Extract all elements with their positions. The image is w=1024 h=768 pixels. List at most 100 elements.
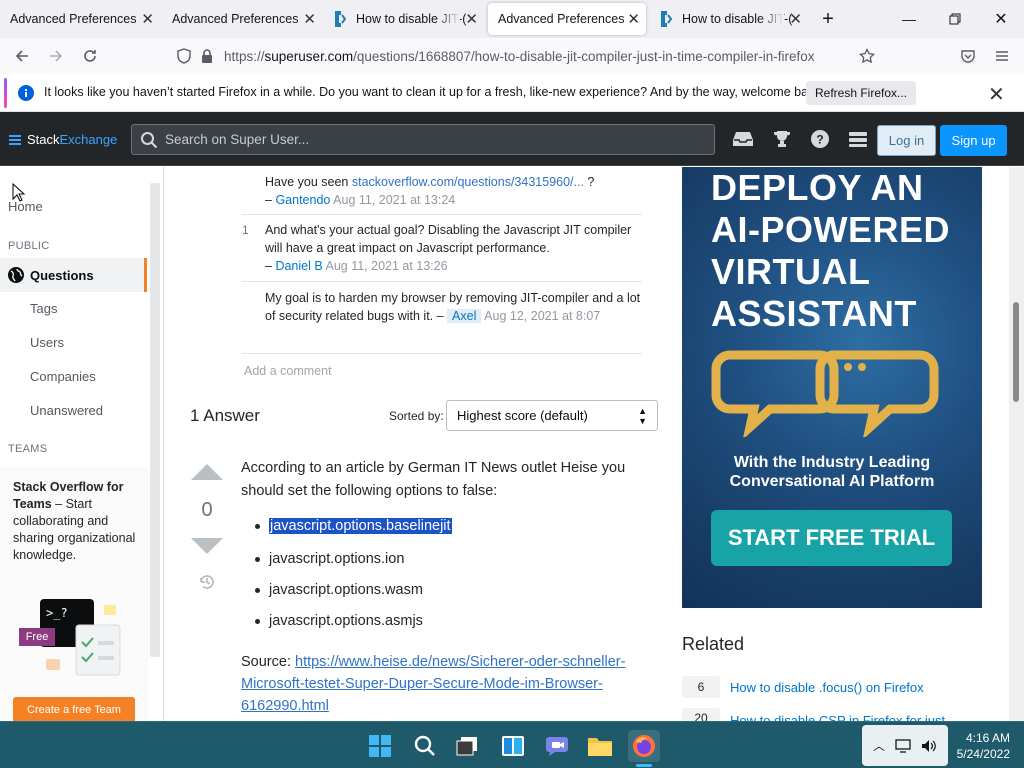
sort-select[interactable]: Highest score (default) ▲ ▼: [446, 400, 658, 431]
stackexchange-logo[interactable]: Stack Exchange: [8, 132, 117, 147]
related-score: 6: [682, 676, 720, 698]
answer-body-intro: According to an article by German IT New…: [241, 460, 626, 499]
related-heading: Related: [682, 634, 745, 654]
comment-link[interactable]: stackoverflow.com/questions/34315960/...: [352, 175, 584, 189]
scrollbar-thumb[interactable]: [1013, 302, 1019, 402]
bookmark-star-icon[interactable]: [853, 42, 881, 70]
globe-icon: [8, 267, 24, 283]
select-arrows-icon: ▲ ▼: [638, 406, 647, 426]
hamburger-icon[interactable]: [8, 134, 22, 146]
start-free-trial-button[interactable]: START FREE TRIAL: [711, 510, 952, 566]
history-icon[interactable]: [197, 572, 217, 592]
comment-user[interactable]: Daniel B: [275, 259, 322, 273]
left-sidebar: Home PUBLIC Questions Tags Users Compani…: [0, 167, 164, 721]
windows-start-icon[interactable]: [364, 730, 396, 762]
list-item: javascript.options.baselinejit: [255, 518, 452, 534]
inbox-icon[interactable]: [732, 128, 754, 150]
answer-source: Source: https://www.heise.de/news/Sicher…: [241, 654, 626, 714]
forward-icon[interactable]: [42, 42, 70, 70]
teams-promo-text: Stack Overflow for Teams – Start collabo…: [13, 479, 137, 564]
back-icon[interactable]: [8, 42, 36, 70]
refresh-firefox-button[interactable]: Refresh Firefox...: [806, 81, 916, 105]
clock-time: 4:16 AM: [965, 731, 1010, 745]
chat-bubbles-icon: [711, 350, 939, 437]
tab-how-to-disable-jit-1[interactable]: How to disable JIT-( ✕: [324, 0, 484, 38]
related-link[interactable]: How to disable .focus() on Firefox: [730, 680, 924, 695]
task-view-icon[interactable]: [451, 730, 483, 762]
sidebar-item-questions[interactable]: Questions: [0, 258, 147, 292]
restore-button[interactable]: [932, 0, 978, 38]
add-comment-link[interactable]: Add a comment: [244, 364, 332, 378]
refresh-notification-bar: It looks like you haven’t started Firefo…: [0, 74, 1024, 112]
create-free-team-button[interactable]: Create a free Team: [13, 697, 135, 721]
file-explorer-icon[interactable]: [584, 730, 616, 762]
close-tab-icon[interactable]: ✕: [789, 10, 802, 28]
comment-date[interactable]: Aug 11, 2021 at 13:26: [325, 259, 447, 273]
comment-date[interactable]: Aug 12, 2021 at 8:07: [484, 309, 600, 323]
list-item: javascript.options.ion: [255, 551, 404, 567]
sidebar-item-unanswered[interactable]: Unanswered: [30, 403, 103, 418]
free-badge: Free: [19, 628, 55, 646]
sidebar-item-tags[interactable]: Tags: [30, 301, 57, 316]
ad-subheadline: With the Industry Leading Conversational…: [729, 454, 935, 490]
log-in-button[interactable]: Log in: [877, 125, 936, 156]
close-tab-icon[interactable]: ✕: [465, 10, 478, 28]
reload-icon[interactable]: [76, 42, 104, 70]
comment-date[interactable]: Aug 11, 2021 at 13:24: [333, 193, 455, 207]
close-tab-icon[interactable]: ✕: [141, 10, 154, 28]
comment: Have you seen stackoverflow.com/question…: [265, 175, 595, 207]
comment: And what's your actual goal? Disabling t…: [265, 223, 632, 273]
comment-user[interactable]: Axel: [447, 309, 482, 323]
network-icon[interactable]: [895, 738, 911, 753]
selected-option-text[interactable]: javascript.options.baselinejit: [269, 518, 452, 534]
achievements-trophy-icon[interactable]: [771, 128, 793, 150]
volume-icon[interactable]: [921, 739, 937, 753]
teams-chat-icon[interactable]: [541, 730, 573, 762]
search-placeholder: Search on Super User...: [165, 132, 310, 147]
windows-taskbar: ︿ 4:16 AM 5/24/2022: [0, 721, 1024, 768]
source-link[interactable]: https://www.heise.de/news/Sicherer-oder-…: [241, 654, 625, 714]
pocket-icon[interactable]: [954, 42, 982, 70]
new-tab-button[interactable]: +: [805, 0, 851, 38]
sign-up-button[interactable]: Sign up: [940, 125, 1007, 156]
close-window-button[interactable]: ✕: [978, 0, 1024, 38]
clock[interactable]: 4:16 AM 5/24/2022: [940, 730, 1010, 762]
tab-advanced-preferences-2[interactable]: Advanced Preferences ✕: [162, 0, 322, 38]
page-scrollbar[interactable]: [1009, 167, 1024, 721]
url-scheme: https://: [224, 48, 265, 64]
related-link[interactable]: How to disable CSP in Firefox for just: [730, 713, 945, 721]
url-host: superuser.com: [264, 48, 354, 64]
sidebar-item-home[interactable]: Home: [8, 199, 43, 214]
upvote-icon[interactable]: [191, 464, 223, 480]
advertisement[interactable]: DEPLOY AN AI-POWERED VIRTUAL ASSISTANT W…: [682, 167, 982, 608]
lock-icon[interactable]: [200, 48, 214, 64]
help-icon[interactable]: ?: [809, 128, 831, 150]
tab-advanced-preferences-active[interactable]: Advanced Preferences ✕: [488, 3, 646, 35]
show-hidden-icons-chevron-icon[interactable]: ︿: [873, 737, 885, 754]
superuser-favicon-icon: [335, 11, 347, 27]
minimize-button[interactable]: —: [886, 0, 932, 38]
tracking-protection-icon[interactable]: [176, 48, 192, 64]
menu-icon[interactable]: [988, 42, 1016, 70]
close-icon[interactable]: ✕: [988, 82, 1005, 107]
sidebar-scrollbar[interactable]: [150, 183, 160, 657]
downvote-icon[interactable]: [191, 538, 223, 554]
tab-advanced-preferences-1[interactable]: Advanced Preferences ✕: [0, 0, 160, 38]
logo-text-exchange: Exchange: [59, 132, 118, 147]
section-public-label: PUBLIC: [8, 240, 50, 252]
close-tab-icon[interactable]: ✕: [627, 10, 640, 28]
tab-how-to-disable-jit-2[interactable]: How to disable JIT-( ✕: [650, 0, 808, 38]
sidebar-item-label: Questions: [30, 267, 94, 283]
close-tab-icon[interactable]: ✕: [303, 10, 316, 28]
url-bar[interactable]: https://superuser.com/questions/1668807/…: [176, 41, 882, 71]
search-input[interactable]: Search on Super User...: [131, 124, 715, 155]
site-switcher-icon[interactable]: [847, 128, 869, 150]
widgets-icon[interactable]: [497, 730, 529, 762]
svg-text:>_?: >_?: [46, 606, 68, 620]
sidebar-item-users[interactable]: Users: [30, 335, 64, 350]
firefox-taskbar-icon[interactable]: [628, 730, 660, 767]
comment-user[interactable]: Gantendo: [275, 193, 330, 207]
navigation-toolbar: https://superuser.com/questions/1668807/…: [0, 38, 1024, 74]
search-icon[interactable]: [409, 730, 441, 762]
sidebar-item-companies[interactable]: Companies: [30, 369, 96, 384]
